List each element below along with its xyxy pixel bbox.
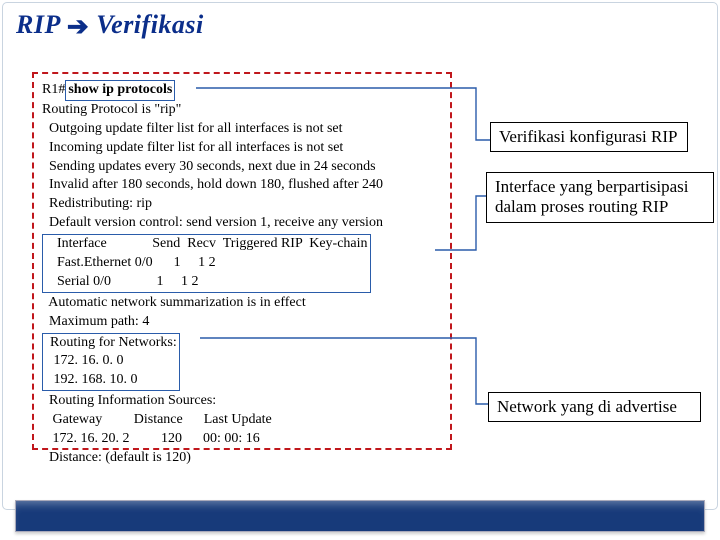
- terminal-line: Interface Send Recv Triggered RIP Key-ch…: [43, 235, 368, 254]
- interface-block-highlight: Interface Send Recv Triggered RIP Key-ch…: [42, 234, 371, 293]
- title-part2: Verifikasi: [96, 10, 204, 39]
- command-line: R1#show ip protocols: [42, 80, 442, 101]
- terminal-output: R1#show ip protocols Routing Protocol is…: [32, 72, 452, 450]
- terminal-line: Automatic network summarization is in ef…: [42, 294, 442, 313]
- terminal-line: Invalid after 180 seconds, hold down 180…: [42, 176, 442, 195]
- network-block-highlight: Routing for Networks: 172. 16. 0. 0 192.…: [42, 333, 180, 392]
- output-post: Routing Information Sources: Gateway Dis…: [42, 392, 442, 468]
- terminal-line: 172. 16. 20. 2 120 00: 00: 16: [42, 430, 442, 449]
- output-mid: Automatic network summarization is in ef…: [42, 294, 442, 332]
- terminal-line: 172. 16. 0. 0: [43, 352, 177, 371]
- terminal-line: Default version control: send version 1,…: [42, 214, 442, 233]
- footer-bar: [15, 500, 705, 532]
- title-part1: RIP: [16, 10, 60, 39]
- command-highlight: show ip protocols: [65, 80, 175, 101]
- arrow-right-icon: ➔: [67, 11, 89, 41]
- terminal-line: Gateway Distance Last Update: [42, 411, 442, 430]
- terminal-line: Maximum path: 4: [42, 313, 442, 332]
- annotation-config: Verifikasi konfigurasi RIP: [490, 122, 688, 152]
- terminal-line: Outgoing update filter list for all inte…: [42, 120, 442, 139]
- terminal-line: Routing for Networks:: [43, 334, 177, 353]
- terminal-line: 192. 168. 10. 0: [43, 371, 177, 390]
- page-title: RIP ➔ Verifikasi: [16, 10, 204, 42]
- output-pre: Routing Protocol is "rip" Outgoing updat…: [42, 101, 442, 233]
- terminal-line: Distance: (default is 120): [42, 449, 442, 468]
- terminal-line: Routing Protocol is "rip": [42, 101, 442, 120]
- terminal-line: Incoming update filter list for all inte…: [42, 139, 442, 158]
- terminal-line: Routing Information Sources:: [42, 392, 442, 411]
- terminal-line: Serial 0/0 1 1 2: [43, 273, 368, 292]
- terminal-line: Sending updates every 30 seconds, next d…: [42, 158, 442, 177]
- annotation-interface: Interface yang berpartisipasi dalam pros…: [486, 172, 714, 223]
- terminal-line: Redistributing: rip: [42, 195, 442, 214]
- annotation-network: Network yang di advertise: [488, 392, 701, 422]
- prompt: R1#: [42, 82, 65, 97]
- terminal-line: Fast.Ethernet 0/0 1 1 2: [43, 254, 368, 273]
